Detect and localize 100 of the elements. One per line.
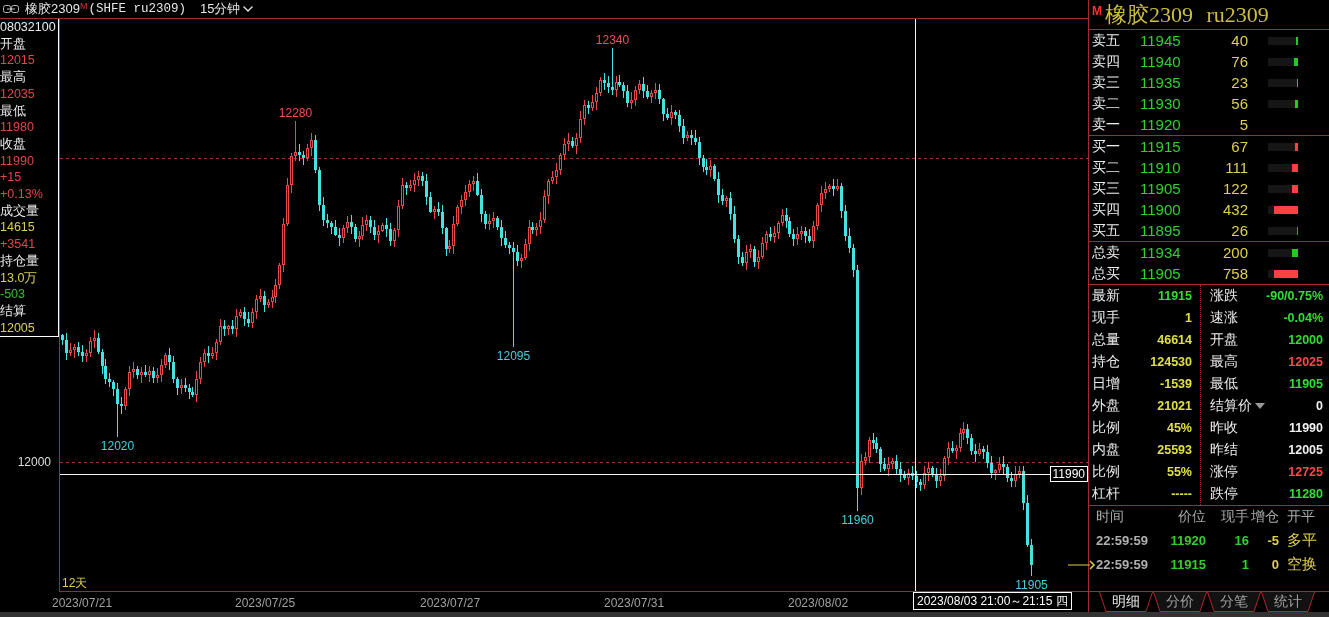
low-price-label: 11960 [841,513,874,527]
order-volume: 111 [1224,159,1248,176]
stat-label: 最高 [1210,353,1238,371]
stat-value: 12000 [1288,333,1323,347]
stat-value: 11905 [1288,377,1323,391]
trade-price: 11915 [1169,556,1206,572]
field-label: 结算 [0,302,26,320]
stat-label: 开盘 [1210,331,1238,349]
period-count-label: 12天 [62,576,88,590]
order-volume: 67 [1230,138,1248,155]
high-price-label: 12340 [595,33,630,47]
stat-label: 比例 [1092,463,1120,481]
stat-label: 昨收 [1210,419,1238,437]
stat-label: 速涨 [1210,309,1238,327]
total-volume: 200 [1221,244,1248,261]
open-interest-change: 0 [1270,556,1279,572]
open-interest-change: -5 [1266,532,1279,548]
column-header: 开平 [1286,508,1316,526]
date-axis-label: 2023/08/02 [788,596,849,610]
price-axis-label: 12000 [17,455,51,469]
column-header: 现手 [1220,508,1249,526]
field-value: +0.13% [0,186,43,203]
order-price: 11935 [1140,74,1182,91]
stat-label: 持仓 [1092,353,1120,371]
order-price: 11920 [1140,116,1182,133]
chain-link-icon[interactable] [3,5,19,13]
order-price: 11910 [1140,159,1182,176]
order-volume: 76 [1230,53,1248,70]
stat-value: 11990 [1288,421,1323,435]
stat-value: -90/0.75% [1266,289,1323,303]
order-volume: 26 [1230,222,1248,239]
trade-time: 22:59:59 [1096,532,1150,548]
field-value: +15 [0,169,22,187]
stat-label: 最新 [1092,287,1120,305]
instrument-code: (SHFE ru2309) [88,2,186,16]
field-label: 最高 [0,69,26,86]
trade-price: 11920 [1169,532,1206,548]
order-volume: 432 [1221,201,1248,218]
stat-value: -0.04% [1283,311,1323,325]
field-value: 12035 [0,85,35,103]
order-volume: 23 [1230,74,1248,91]
stat-label: 涨停 [1210,463,1238,481]
stat-value: 21021 [1157,399,1192,413]
bar-time: 08032100 [0,19,56,36]
field-value: 12015 [0,52,35,70]
tab[interactable]: 统计 [1261,592,1315,612]
period-dropdown[interactable]: 15分钟 [199,0,254,18]
high-price-label: 12280 [278,106,313,120]
order-volume: 122 [1221,180,1248,197]
stat-label: 昨结 [1210,441,1238,459]
cursor-time-label: 2023/08/03 21:00～21:15 四 [913,592,1072,610]
field-label: 开盘 [0,35,26,53]
contract-mark: M [1092,4,1102,18]
tab[interactable]: 分笔 [1207,592,1261,612]
caret-down-icon[interactable] [1255,403,1265,409]
column-header: 价位 [1177,508,1206,526]
order-price: 11945 [1140,32,1182,49]
order-price: 11940 [1140,53,1182,70]
order-price: 11905 [1140,180,1182,197]
stat-value: -1539 [1160,377,1192,391]
field-value: 13.0万 [0,269,38,287]
trade-type: 空换 [1286,554,1318,574]
field-value: 12005 [0,319,35,337]
cursor-price-label: 11990 [1049,466,1088,482]
stat-value: 25593 [1157,443,1192,457]
field-value: -503 [0,286,26,303]
date-axis-label: 2023/07/25 [235,596,296,610]
stat-value: 45% [1166,421,1192,435]
field-label: 持仓量 [0,252,39,270]
stat-label: 日增 [1092,375,1120,393]
stat-label: 内盘 [1092,441,1120,459]
order-level-label: 卖一 [1092,115,1121,134]
stat-value: 0 [1316,399,1323,413]
pointer-arrow-icon [1068,560,1096,570]
total-volume: 758 [1221,265,1248,282]
field-label: 收盘 [0,135,26,153]
column-header: 时间 [1096,508,1125,526]
tab[interactable]: 分价 [1153,592,1207,612]
order-price: 11900 [1140,201,1182,218]
low-price-label: 11905 [1015,578,1048,591]
stat-value: 12725 [1288,465,1323,479]
stat-label: 最低 [1210,375,1238,393]
trade-type: 多平 [1286,530,1318,550]
tab[interactable]: 明细 [1099,592,1153,612]
stat-value: ----- [1171,487,1192,501]
low-price-label: 12020 [100,439,135,453]
contract-mark: M [79,1,88,11]
total-price: 11934 [1140,244,1182,261]
date-axis-label: 2023/07/31 [604,596,665,610]
date-axis-label: 2023/07/27 [420,596,481,610]
chevron-down-icon [243,6,254,12]
stat-label: 跌停 [1210,485,1238,503]
order-volume: 5 [1238,116,1248,133]
trade-time: 22:59:59 [1096,556,1150,572]
total-label: 总卖 [1092,243,1121,262]
stat-value: 55% [1166,465,1192,479]
order-level-label: 卖五 [1092,31,1121,50]
order-level-label: 买五 [1092,221,1121,240]
field-value: +3541 [0,236,36,253]
column-header: 增仓 [1250,508,1279,526]
